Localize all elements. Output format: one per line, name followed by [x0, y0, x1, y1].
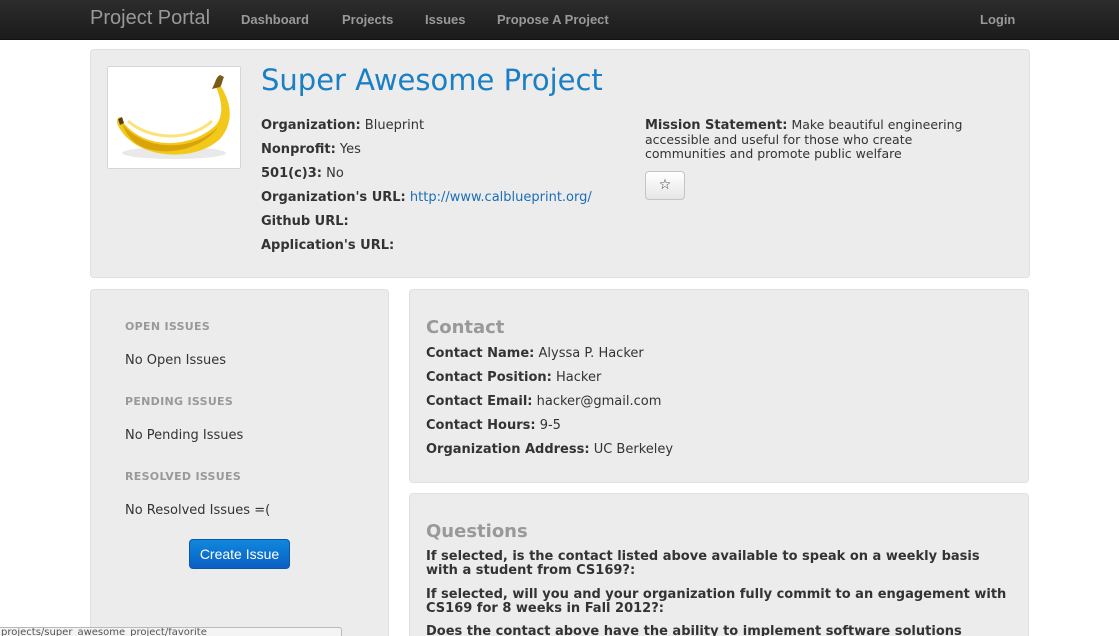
field-label: Organization's URL: [261, 190, 406, 205]
question-weekly-contact: If selected, is the contact listed above… [426, 549, 980, 578]
field-value: 9-5 [539, 418, 561, 433]
contact-position-row: Contact Position: Hacker [426, 370, 601, 385]
contact-email-row: Contact Email: hacker@gmail.com [426, 394, 661, 409]
field-value: Alyssa P. Hacker [538, 346, 644, 361]
field-github-url: Github URL: [261, 214, 349, 229]
issues-panel [90, 289, 389, 636]
field-label: Contact Position: [426, 370, 552, 385]
brand-logo[interactable]: Project Portal [90, 7, 210, 30]
field-organization: Organization: Blueprint [261, 118, 424, 133]
field-501c3: 501(c)3: No [261, 166, 344, 181]
nav-login[interactable]: Login [980, 12, 1015, 27]
contact-name-row: Contact Name: Alyssa P. Hacker [426, 346, 644, 361]
nav-propose-project[interactable]: Propose A Project [497, 12, 609, 27]
pending-issues-heading: PENDING ISSUES [125, 395, 234, 408]
field-value: Blueprint [364, 118, 425, 133]
project-thumbnail [107, 66, 241, 169]
field-label: Application's URL: [261, 238, 395, 253]
nav-issues[interactable]: Issues [425, 12, 465, 27]
star-icon: ☆ [658, 177, 672, 193]
field-value: hacker@gmail.com [536, 394, 662, 409]
field-application-url: Application's URL: [261, 238, 394, 253]
favorite-star-button[interactable]: ☆ [645, 171, 685, 200]
pending-issues-text: No Pending Issues [125, 428, 244, 443]
field-value: Hacker [556, 370, 602, 385]
mission-label: Mission Statement: [645, 118, 788, 133]
field-value: No [326, 166, 344, 181]
organization-address-row: Organization Address: UC Berkeley [426, 442, 673, 457]
field-label: 501(c)3: [261, 166, 322, 181]
field-label: Contact Hours: [426, 418, 536, 433]
field-nonprofit: Nonprofit: Yes [261, 142, 361, 157]
project-title: Super Awesome Project [261, 63, 603, 97]
field-label: Contact Email: [426, 394, 533, 409]
create-issue-button[interactable]: Create Issue [189, 539, 290, 569]
field-label: Organization: [261, 118, 361, 133]
questions-heading: Questions [426, 521, 528, 542]
nav-dashboard[interactable]: Dashboard [241, 12, 309, 27]
field-label: Nonprofit: [261, 142, 336, 157]
question-implementation: Does the contact above have the ability … [426, 624, 962, 636]
top-navbar: Project Portal Dashboard Projects Issues… [0, 0, 1119, 40]
field-label: Organization Address: [426, 442, 590, 457]
question-commitment: If selected, will you and your organizat… [426, 587, 1007, 616]
field-value: UC Berkeley [593, 442, 674, 457]
banana-image [117, 75, 230, 159]
open-issues-text: No Open Issues [125, 353, 227, 368]
contact-heading: Contact [426, 317, 505, 338]
contact-hours-row: Contact Hours: 9-5 [426, 418, 561, 433]
open-issues-heading: OPEN ISSUES [125, 320, 211, 333]
browser-status-bar: projects/super_awesome_project/favorite [0, 627, 342, 636]
field-label: Github URL: [261, 214, 349, 229]
field-value: Yes [339, 142, 361, 157]
field-organization-url: Organization's URL: http://www.calbluepr… [261, 190, 592, 205]
nav-projects[interactable]: Projects [342, 12, 393, 27]
organization-url-link[interactable]: http://www.calblueprint.org/ [410, 190, 592, 205]
resolved-issues-heading: RESOLVED ISSUES [125, 470, 242, 483]
resolved-issues-text: No Resolved Issues =( [125, 503, 271, 518]
mission-statement: Mission Statement: Make beautiful engine… [645, 118, 990, 161]
field-label: Contact Name: [426, 346, 535, 361]
